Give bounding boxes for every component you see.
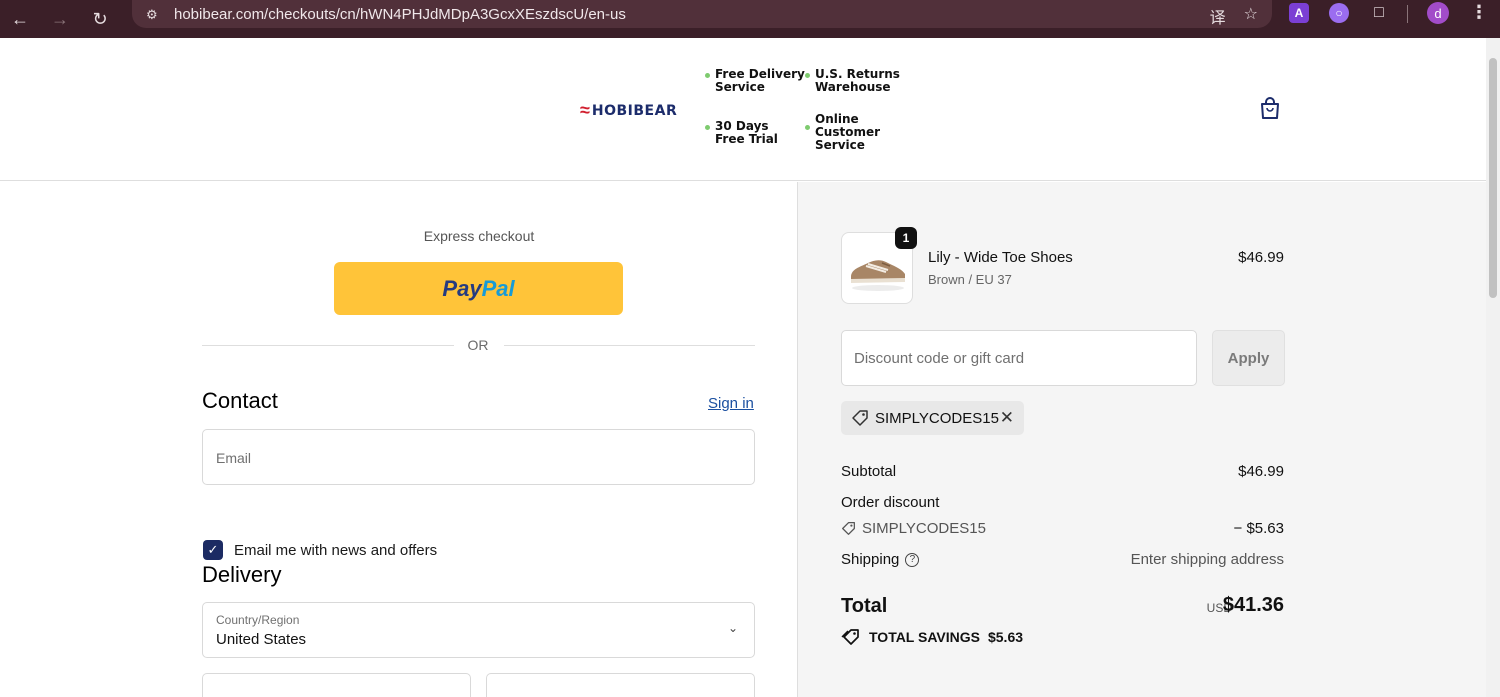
country-select[interactable]: Country/Region United States ⌄	[202, 602, 755, 658]
discount-code-input[interactable]: Discount code or gift card	[841, 330, 1197, 386]
reload-icon[interactable]: ↻	[80, 0, 120, 38]
paypal-logo-pal: Pal	[481, 275, 515, 301]
puzzle-extensions-icon[interactable]: □	[1369, 3, 1389, 23]
store-header: ≈ HOBIBEAR Free Delivery Service U.S. Re…	[0, 38, 1486, 181]
feature-customer-service: Online Customer Service	[805, 113, 880, 152]
translate-icon[interactable]: 译	[1210, 4, 1226, 28]
news-offers-label[interactable]: Email me with news and offers	[234, 542, 437, 559]
total-savings: TOTAL SAVINGS $5.63	[841, 628, 1023, 646]
discount-code-row: SIMPLYCODES15	[841, 520, 986, 537]
url-text[interactable]: hobibear.com/checkouts/cn/hWN4PHJdMDpA3G…	[174, 6, 626, 23]
address-bar[interactable]: ⚙ hobibear.com/checkouts/cn/hWN4PHJdMDpA…	[132, 0, 1272, 28]
order-discount-label: Order discount	[841, 494, 940, 511]
country-label: Country/Region	[216, 613, 300, 627]
feature-dot-icon	[805, 73, 810, 78]
feature-returns-warehouse: U.S. Returns Warehouse	[805, 68, 900, 94]
tag-icon	[842, 522, 855, 535]
email-placeholder: Email	[216, 450, 252, 466]
forward-icon[interactable]: →	[40, 0, 80, 38]
total-value: $41.36	[1222, 594, 1284, 616]
tag-icon	[852, 410, 868, 426]
browser-menu-icon[interactable]: ⋮	[1470, 2, 1488, 23]
savings-value: $5.63	[987, 629, 1024, 645]
feature-free-delivery: Free Delivery Service	[705, 68, 805, 94]
or-label: OR	[467, 337, 489, 353]
toolbar-divider	[1407, 5, 1408, 23]
express-checkout-label: Express checkout	[423, 228, 535, 244]
total-label: Total	[841, 595, 888, 617]
product-price: $46.99	[1238, 249, 1284, 266]
checkout-form: Express checkout Pay Pal OR Contact Sign …	[0, 182, 797, 697]
savings-tag-icon	[841, 629, 859, 645]
quantity-badge: 1	[895, 227, 917, 249]
discount-placeholder: Discount code or gift card	[854, 350, 1025, 367]
delivery-heading: Delivery	[202, 562, 282, 587]
shipping-row: Shipping ?	[841, 551, 920, 568]
site-info-icon[interactable]: ⚙	[146, 7, 164, 22]
discount-value: − $5.63	[1233, 520, 1284, 537]
apply-button[interactable]: Apply	[1212, 330, 1285, 386]
store-logo[interactable]: ≈ HOBIBEAR	[580, 100, 677, 121]
checkout-page: ≈ HOBIBEAR Free Delivery Service U.S. Re…	[0, 38, 1486, 697]
scrollbar-thumb[interactable]	[1489, 58, 1497, 298]
product-variant: Brown / EU 37	[928, 272, 1012, 287]
paypal-button[interactable]: Pay Pal	[334, 262, 623, 315]
discount-code-text: SIMPLYCODES15	[862, 520, 986, 537]
savings-label: TOTAL SAVINGS	[869, 629, 980, 645]
page-scrollbar[interactable]	[1486, 38, 1500, 697]
feature-dot-icon	[705, 125, 710, 130]
shipping-label: Shipping	[841, 551, 900, 568]
browser-toolbar: ← → ↻ ⚙ hobibear.com/checkouts/cn/hWN4PH…	[0, 0, 1500, 38]
chevron-down-icon: ⌄	[727, 621, 738, 635]
order-summary: 1 Lily - Wide Toe Shoes Brown / EU 37 $4…	[797, 182, 1486, 697]
first-name-field[interactable]	[202, 673, 471, 697]
news-offers-checkbox[interactable]: ✓	[203, 540, 223, 560]
paypal-logo-pay: Pay	[442, 275, 482, 301]
email-field[interactable]: Email	[202, 429, 755, 485]
last-name-field[interactable]	[486, 673, 755, 697]
profile-avatar[interactable]: d	[1427, 2, 1449, 24]
product-name: Lily - Wide Toe Shoes	[928, 249, 1073, 266]
feature-dot-icon	[705, 73, 710, 78]
sign-in-link[interactable]: Sign in	[708, 395, 754, 412]
extension-icon[interactable]: ○	[1329, 3, 1349, 23]
feature-free-trial: 30 Days Free Trial	[705, 120, 778, 146]
shopping-bag-icon[interactable]	[1259, 96, 1281, 120]
applied-code-chip: SIMPLYCODES15 ✕	[841, 401, 1024, 435]
shipping-value: Enter shipping address	[1130, 551, 1284, 568]
extension-a-icon[interactable]: A	[1289, 3, 1309, 23]
country-value: United States	[216, 631, 307, 648]
brand-name: HOBIBEAR	[591, 102, 678, 119]
help-icon[interactable]: ?	[905, 552, 920, 567]
logo-swoosh-icon: ≈	[580, 100, 590, 120]
contact-heading: Contact	[202, 388, 278, 413]
feature-dot-icon	[805, 125, 810, 130]
subtotal-label: Subtotal	[841, 463, 897, 480]
applied-code-text: SIMPLYCODES15	[875, 409, 999, 427]
back-icon[interactable]: ←	[0, 0, 40, 38]
subtotal-value: $46.99	[1238, 463, 1284, 480]
bookmark-star-icon[interactable]: ☆	[1244, 4, 1258, 28]
remove-code-icon[interactable]: ✕	[1000, 408, 1014, 428]
